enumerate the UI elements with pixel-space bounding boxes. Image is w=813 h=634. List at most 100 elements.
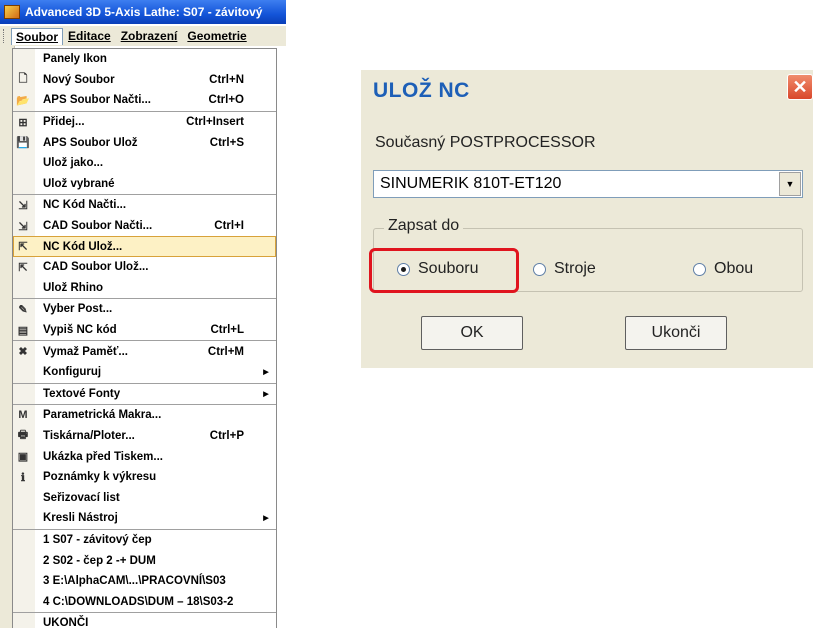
menu-item-shortcut: Ctrl+N bbox=[209, 73, 244, 86]
menu-item-label: 3 E:\AlphaCAM\...\PRACOVNÍ\S03 bbox=[43, 575, 226, 588]
menu-soubor[interactable]: Soubor bbox=[11, 27, 63, 45]
menu-item-label: 1 S07 - závitový čep bbox=[43, 533, 152, 546]
menu-item-shortcut: Ctrl+O bbox=[208, 94, 244, 107]
menu-item[interactable]: M Parametrická Makra... bbox=[13, 404, 276, 426]
menu-item-label: Poznámky k výkresu bbox=[43, 471, 157, 484]
cad-load-icon: ⇲ bbox=[18, 220, 28, 233]
nc-list-icon: ▤ bbox=[17, 324, 29, 337]
menu-item-shortcut: Ctrl+P bbox=[209, 429, 244, 442]
menu-item-label: Ukázka před Tiskem... bbox=[43, 450, 163, 463]
submenu-arrow-icon: ▶ bbox=[263, 390, 269, 398]
radio-obou-label: Obou bbox=[714, 260, 754, 277]
menu-item-label: Nový Soubor bbox=[43, 73, 115, 86]
dialog-title-bar[interactable]: ULOŽ NC bbox=[361, 70, 813, 112]
new-file-icon: 🗋 bbox=[18, 73, 28, 86]
cancel-button[interactable]: Ukonči bbox=[625, 316, 727, 350]
menu-item-label: APS Soubor Ulož bbox=[43, 136, 138, 149]
erase-memory-icon: ✖ bbox=[18, 346, 28, 359]
menu-item[interactable]: ⊞ Přidej... Ctrl+Insert bbox=[13, 110, 276, 133]
postprocessor-label: Současný POSTPROCESSOR bbox=[375, 134, 596, 151]
open-folder-icon: 📂 bbox=[16, 94, 30, 107]
radio-indicator[interactable] bbox=[693, 262, 706, 276]
menu-item[interactable]: Seřizovací list bbox=[13, 487, 276, 508]
nc-save-icon: ⇱ bbox=[18, 241, 28, 254]
menu-item-label: Vymaž Paměť... bbox=[43, 345, 128, 358]
annotation-highlight-box bbox=[369, 248, 519, 293]
menu-item-shortcut: Ctrl+S bbox=[209, 136, 244, 149]
nc-load-icon: ⇲ bbox=[18, 199, 28, 212]
menu-item[interactable]: ▣ Ukázka před Tiskem... bbox=[13, 446, 276, 467]
menu-item-label: NC Kód Ulož... bbox=[43, 240, 123, 253]
info-icon: ℹ bbox=[20, 471, 26, 484]
menu-item[interactable]: ✖ Vymaž Paměť... Ctrl+M bbox=[13, 340, 276, 362]
menu-item-label: Ulož jako... bbox=[43, 157, 104, 170]
menu-item[interactable]: Konfiguruj ▶ bbox=[13, 362, 276, 383]
toolbar-grip-handle[interactable] bbox=[3, 29, 7, 43]
menu-geometrie[interactable]: Geometrie bbox=[182, 28, 251, 44]
radio-stroje[interactable]: Stroje bbox=[533, 260, 596, 278]
menu-item[interactable]: ⇲ NC Kód Načti... bbox=[13, 194, 276, 216]
menu-item[interactable]: ⇱ CAD Soubor Ulož... bbox=[13, 257, 276, 278]
menu-item[interactable]: Kresli Nástroj ▶ bbox=[13, 508, 276, 529]
app-title-bar[interactable]: Advanced 3D 5-Axis Lathe: S07 - závitový bbox=[0, 0, 286, 24]
menu-item-label: Ulož Rhino bbox=[43, 281, 104, 294]
insert-icon: ⊞ bbox=[18, 116, 28, 129]
dialog-title: ULOŽ NC bbox=[373, 79, 470, 102]
menu-item-label: 4 C:\DOWNLOADS\DUM – 18\S03-2 bbox=[43, 595, 234, 608]
menu-item[interactable]: ⇲ CAD Soubor Načti... Ctrl+I bbox=[13, 216, 276, 237]
menu-zobrazeni[interactable]: Zobrazení bbox=[116, 28, 183, 44]
menu-item[interactable]: Panely Ikon bbox=[13, 49, 276, 70]
menu-item-label: Panely Ikon bbox=[43, 53, 107, 66]
save-disk-icon: 💾 bbox=[16, 137, 30, 150]
print-preview-icon: ▣ bbox=[17, 451, 29, 464]
menu-item-label: Seřizovací list bbox=[43, 491, 120, 504]
application-window: Advanced 3D 5-Axis Lathe: S07 - závitový… bbox=[0, 0, 286, 629]
menu-item-shortcut: Ctrl+Insert bbox=[186, 116, 244, 129]
save-nc-dialog: ULOŽ NC ✕ Současný POSTPROCESSOR SINUMER… bbox=[361, 70, 813, 368]
menu-item[interactable]: 🖶 Tiskárna/Ploter... Ctrl+P bbox=[13, 426, 276, 447]
postprocessor-select[interactable]: SINUMERIK 810T-ET120 ▼ bbox=[373, 170, 803, 198]
menu-item[interactable]: 🗋 Nový Soubor Ctrl+N bbox=[13, 70, 276, 91]
menu-item[interactable]: Ulož Rhino bbox=[13, 278, 276, 299]
menu-editace[interactable]: Editace bbox=[63, 28, 116, 44]
menu-item[interactable]: 3 E:\AlphaCAM\...\PRACOVNÍ\S03 bbox=[13, 571, 276, 592]
menu-item[interactable]: Textové Fonty ▶ bbox=[13, 382, 276, 405]
menu-item[interactable]: UKONČI bbox=[13, 612, 276, 634]
menu-item[interactable]: 2 S02 - čep 2 -+ DUM bbox=[13, 550, 276, 571]
close-icon: ✕ bbox=[792, 76, 808, 97]
submenu-arrow-icon: ▶ bbox=[263, 369, 269, 377]
chevron-down-icon: ▼ bbox=[785, 179, 795, 189]
app-title: Advanced 3D 5-Axis Lathe: S07 - závitový bbox=[25, 5, 263, 19]
menu-item-label: Parametrická Makra... bbox=[43, 409, 162, 422]
close-button[interactable]: ✕ bbox=[787, 74, 813, 100]
radio-stroje-label: Stroje bbox=[554, 260, 596, 277]
postprocessor-value: SINUMERIK 810T-ET120 bbox=[380, 175, 562, 192]
menu-item-label: NC Kód Načti... bbox=[43, 199, 127, 212]
menu-item-label: 2 S02 - čep 2 -+ DUM bbox=[43, 554, 156, 567]
menu-item[interactable]: ▤ Vypiš NC kód Ctrl+L bbox=[13, 320, 276, 341]
menu-item[interactable]: 💾 APS Soubor Ulož Ctrl+S bbox=[13, 132, 276, 153]
printer-icon: 🖶 bbox=[17, 429, 29, 442]
menu-item-shortcut: Ctrl+I bbox=[214, 220, 244, 233]
menu-item[interactable]: Ulož jako... bbox=[13, 153, 276, 174]
menu-item[interactable]: 4 C:\DOWNLOADS\DUM – 18\S03-2 bbox=[13, 591, 276, 612]
ok-button[interactable]: OK bbox=[421, 316, 523, 350]
menu-item[interactable]: 1 S07 - závitový čep bbox=[13, 528, 276, 551]
menu-item-label: CAD Soubor Načti... bbox=[43, 220, 153, 233]
menu-item-label: Vyber Post... bbox=[43, 303, 113, 316]
menu-item[interactable]: ⇱ NC Kód Ulož... bbox=[13, 236, 276, 257]
menu-item[interactable]: ✎ Vyber Post... bbox=[13, 298, 276, 320]
menu-item[interactable]: ℹ Poznámky k výkresu bbox=[13, 467, 276, 488]
radio-indicator[interactable] bbox=[533, 262, 546, 276]
dropdown-button[interactable]: ▼ bbox=[779, 172, 801, 196]
menu-item-shortcut: Ctrl+M bbox=[207, 345, 244, 358]
menu-item-label: Ulož vybrané bbox=[43, 177, 115, 190]
menu-item[interactable]: 📂 APS Soubor Načti... Ctrl+O bbox=[13, 90, 276, 111]
radio-obou[interactable]: Obou bbox=[693, 260, 753, 278]
menu-item-label: Konfiguruj bbox=[43, 366, 102, 379]
macro-icon: M bbox=[18, 409, 28, 422]
menu-item-label: Přidej... bbox=[43, 116, 85, 129]
menu-item[interactable]: Ulož vybrané bbox=[13, 174, 276, 195]
submenu-arrow-icon: ▶ bbox=[263, 515, 269, 523]
cad-save-icon: ⇱ bbox=[18, 261, 28, 274]
